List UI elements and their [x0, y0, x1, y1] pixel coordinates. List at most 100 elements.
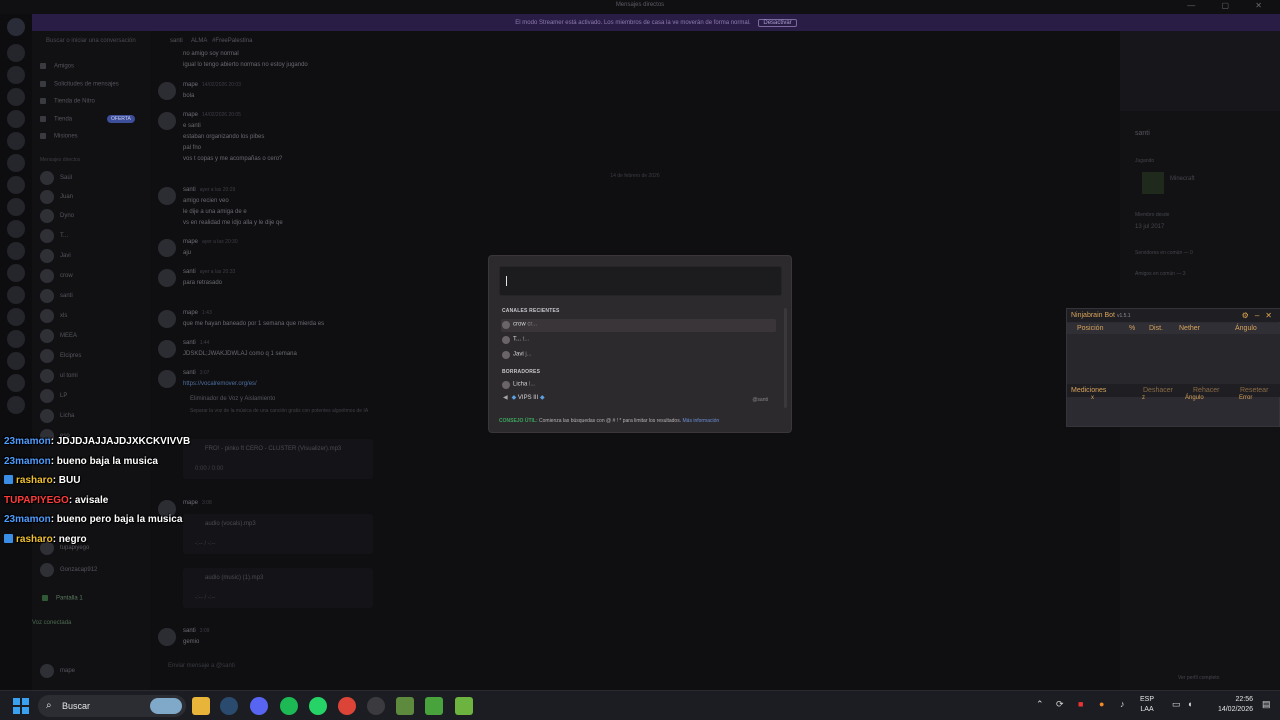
server-icon[interactable]	[7, 330, 25, 348]
embed-title[interactable]: Eliminador de Voz y Aislamiento	[190, 396, 275, 402]
audio-player[interactable]: -:-- / -:--	[195, 595, 215, 601]
message-author[interactable]: mape 1:43	[183, 310, 212, 316]
attachment-filename[interactable]: FRO! - pinko ft CERO - CLUSTER (Visualiz…	[205, 446, 341, 452]
minimize-icon[interactable]: –	[1255, 311, 1265, 320]
chevron-up-icon[interactable]: ⌃	[1036, 699, 1044, 710]
server-icon[interactable]	[7, 374, 25, 392]
audio-attachment[interactable]: audio (vocals).mp3 -:-- / -:--	[183, 514, 373, 554]
avatar[interactable]	[158, 82, 176, 100]
server-icon[interactable]	[7, 176, 25, 194]
ninjabrain-icon[interactable]	[425, 697, 443, 715]
view-full-profile[interactable]: Ver perfil completo	[1178, 675, 1219, 681]
avatar[interactable]	[158, 187, 176, 205]
avatar[interactable]	[158, 239, 176, 257]
explorer-icon[interactable]	[192, 697, 210, 715]
audio-attachment[interactable]: audio (music) (1).mp3 -:-- / -:--	[183, 568, 373, 608]
ninjabrain-controls[interactable]: ⚙–✕	[1242, 311, 1278, 320]
gear-icon[interactable]: ⚙	[1242, 311, 1255, 320]
nav-quests[interactable]: Misiones	[40, 133, 78, 140]
server-icon[interactable]	[7, 308, 25, 326]
server-icon[interactable]	[7, 220, 25, 238]
server-icon[interactable]	[7, 132, 25, 150]
server-icon[interactable]	[7, 154, 25, 172]
message-author[interactable]: santi 1:44	[183, 340, 209, 346]
message-author[interactable]: santi 3:09	[183, 628, 209, 634]
switcher-result[interactable]: ◀ ◆ VIPS III ◆ @santi	[501, 394, 776, 407]
app-tray-icon[interactable]: ●	[1099, 699, 1104, 709]
nav-friends[interactable]: Amigos	[40, 63, 74, 70]
mail-icon	[40, 81, 46, 87]
server-icon[interactable]	[7, 198, 25, 216]
server-icon[interactable]	[7, 44, 25, 62]
switcher-result[interactable]: Licha l...	[501, 379, 776, 392]
spotify-icon[interactable]	[280, 697, 298, 715]
avatar[interactable]	[158, 628, 176, 646]
avatar[interactable]	[158, 340, 176, 358]
attachment-filename[interactable]: audio (music) (1).mp3	[205, 575, 263, 581]
avatar[interactable]	[158, 370, 176, 388]
quick-switcher-input[interactable]	[499, 266, 782, 296]
server-icon[interactable]	[7, 88, 25, 106]
avatar[interactable]	[158, 112, 176, 130]
close-icon[interactable]: ✕	[1265, 311, 1278, 320]
obs-icon[interactable]	[367, 697, 385, 715]
chrome-icon[interactable]	[338, 697, 356, 715]
notice-disable-button[interactable]: Desactivar	[758, 19, 797, 27]
language-indicator[interactable]: ESP LAA	[1140, 695, 1154, 715]
attachment-filename[interactable]: audio (vocals).mp3	[205, 521, 256, 527]
taskbar-search[interactable]: ⌕ Buscar	[38, 695, 186, 717]
undo-button[interactable]: Deshacer	[1143, 387, 1173, 394]
server-icon[interactable]	[7, 66, 25, 84]
nav-message-requests[interactable]: Solicitudes de mensajes	[40, 81, 119, 88]
server-icon[interactable]	[7, 110, 25, 128]
server-icon[interactable]	[7, 396, 25, 414]
mutual-servers[interactable]: Servidores en común — 0	[1135, 250, 1193, 256]
mutual-friends[interactable]: Amigos en común — 3	[1135, 271, 1186, 277]
nav-nitro[interactable]: Tienda de Nitro	[40, 98, 95, 105]
whatsapp-icon[interactable]	[309, 697, 327, 715]
home-icon[interactable]	[7, 18, 25, 36]
network-icon[interactable]: ▭	[1172, 699, 1181, 710]
minecraft-launcher-icon[interactable]	[396, 697, 414, 715]
audio-player[interactable]: -:-- / -:--	[195, 541, 215, 547]
server-icon[interactable]	[7, 286, 25, 304]
protip-learn-more-link[interactable]: Más información	[683, 418, 720, 424]
stream-indicator[interactable]: Pantalla 1	[42, 595, 83, 602]
message-author[interactable]: santi ayer a las 20:33	[183, 269, 235, 275]
microphone-icon[interactable]: ♪	[1120, 699, 1125, 709]
audio-attachment[interactable]: FRO! - pinko ft CERO - CLUSTER (Visualiz…	[183, 439, 373, 479]
message-text: estaban organizando los pibes	[183, 134, 265, 140]
switcher-result[interactable]: Javi j...	[501, 349, 776, 362]
avatar[interactable]	[158, 269, 176, 287]
message-author[interactable]: santi ayer a las 20:29	[183, 187, 235, 193]
volume-icon[interactable]: ◖	[1187, 699, 1192, 709]
reset-button[interactable]: Resetear	[1240, 387, 1268, 394]
sync-icon[interactable]: ⟳	[1056, 699, 1064, 710]
message-author[interactable]: mape ayer a las 20:30	[183, 239, 238, 245]
redo-button[interactable]: Rehacer	[1193, 387, 1219, 394]
switcher-result[interactable]: T... t...	[501, 334, 776, 347]
nav-shop[interactable]: Tienda	[40, 116, 72, 123]
app-tray-icon[interactable]: ■	[1078, 699, 1083, 709]
server-icon[interactable]	[7, 242, 25, 260]
audio-player[interactable]: 0:00 / 0:00	[195, 466, 223, 472]
conversation-search[interactable]: Buscar o iniciar una conversación	[46, 38, 136, 44]
minecraft-icon[interactable]	[455, 697, 473, 715]
server-icon[interactable]	[7, 352, 25, 370]
steam-icon[interactable]	[220, 697, 238, 715]
switcher-scrollbar[interactable]	[784, 308, 787, 408]
taskbar-clock[interactable]: 22:56 14/02/2026	[1207, 695, 1253, 715]
windows-start-icon[interactable]	[13, 698, 29, 714]
message-author[interactable]: mape 14/02/2026 20:05	[183, 112, 241, 118]
message-author[interactable]: santi 3:07	[183, 370, 209, 376]
message-composer[interactable]: Enviar mensaje a @santi	[168, 663, 1098, 677]
switcher-result[interactable]: crow cr...	[501, 319, 776, 332]
message-link[interactable]: https://vocalremover.org/es/	[183, 381, 257, 387]
screen-share-icon	[42, 595, 48, 601]
notification-icon[interactable]: ▤	[1262, 699, 1271, 710]
discord-icon[interactable]	[250, 697, 268, 715]
window-controls[interactable]: — ▢ ✕	[1187, 1, 1274, 10]
server-icon[interactable]	[7, 264, 25, 282]
message-author[interactable]: mape 14/02/2026 20:03	[183, 82, 241, 88]
avatar[interactable]	[158, 310, 176, 328]
